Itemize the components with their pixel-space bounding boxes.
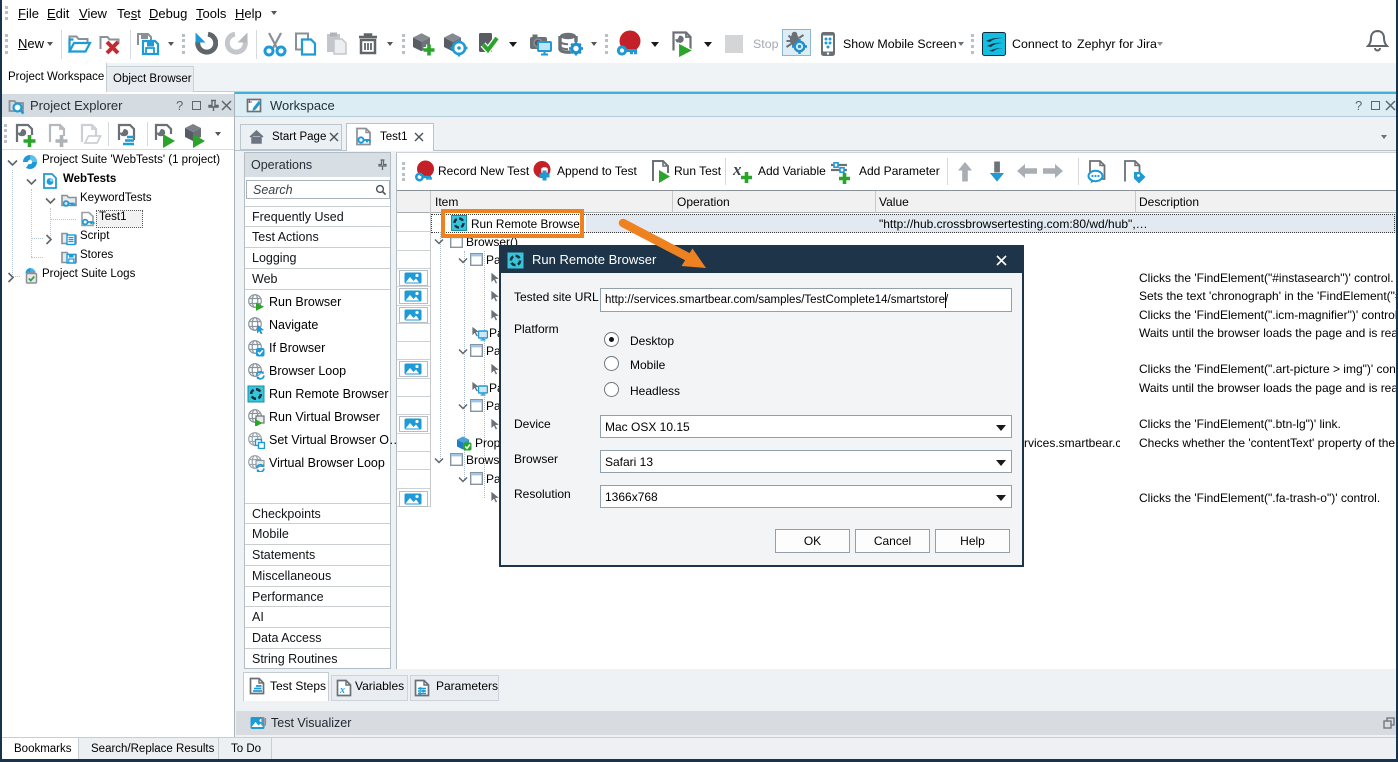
svg-text:x: x xyxy=(732,160,742,179)
svg-text:x: x xyxy=(339,685,345,696)
